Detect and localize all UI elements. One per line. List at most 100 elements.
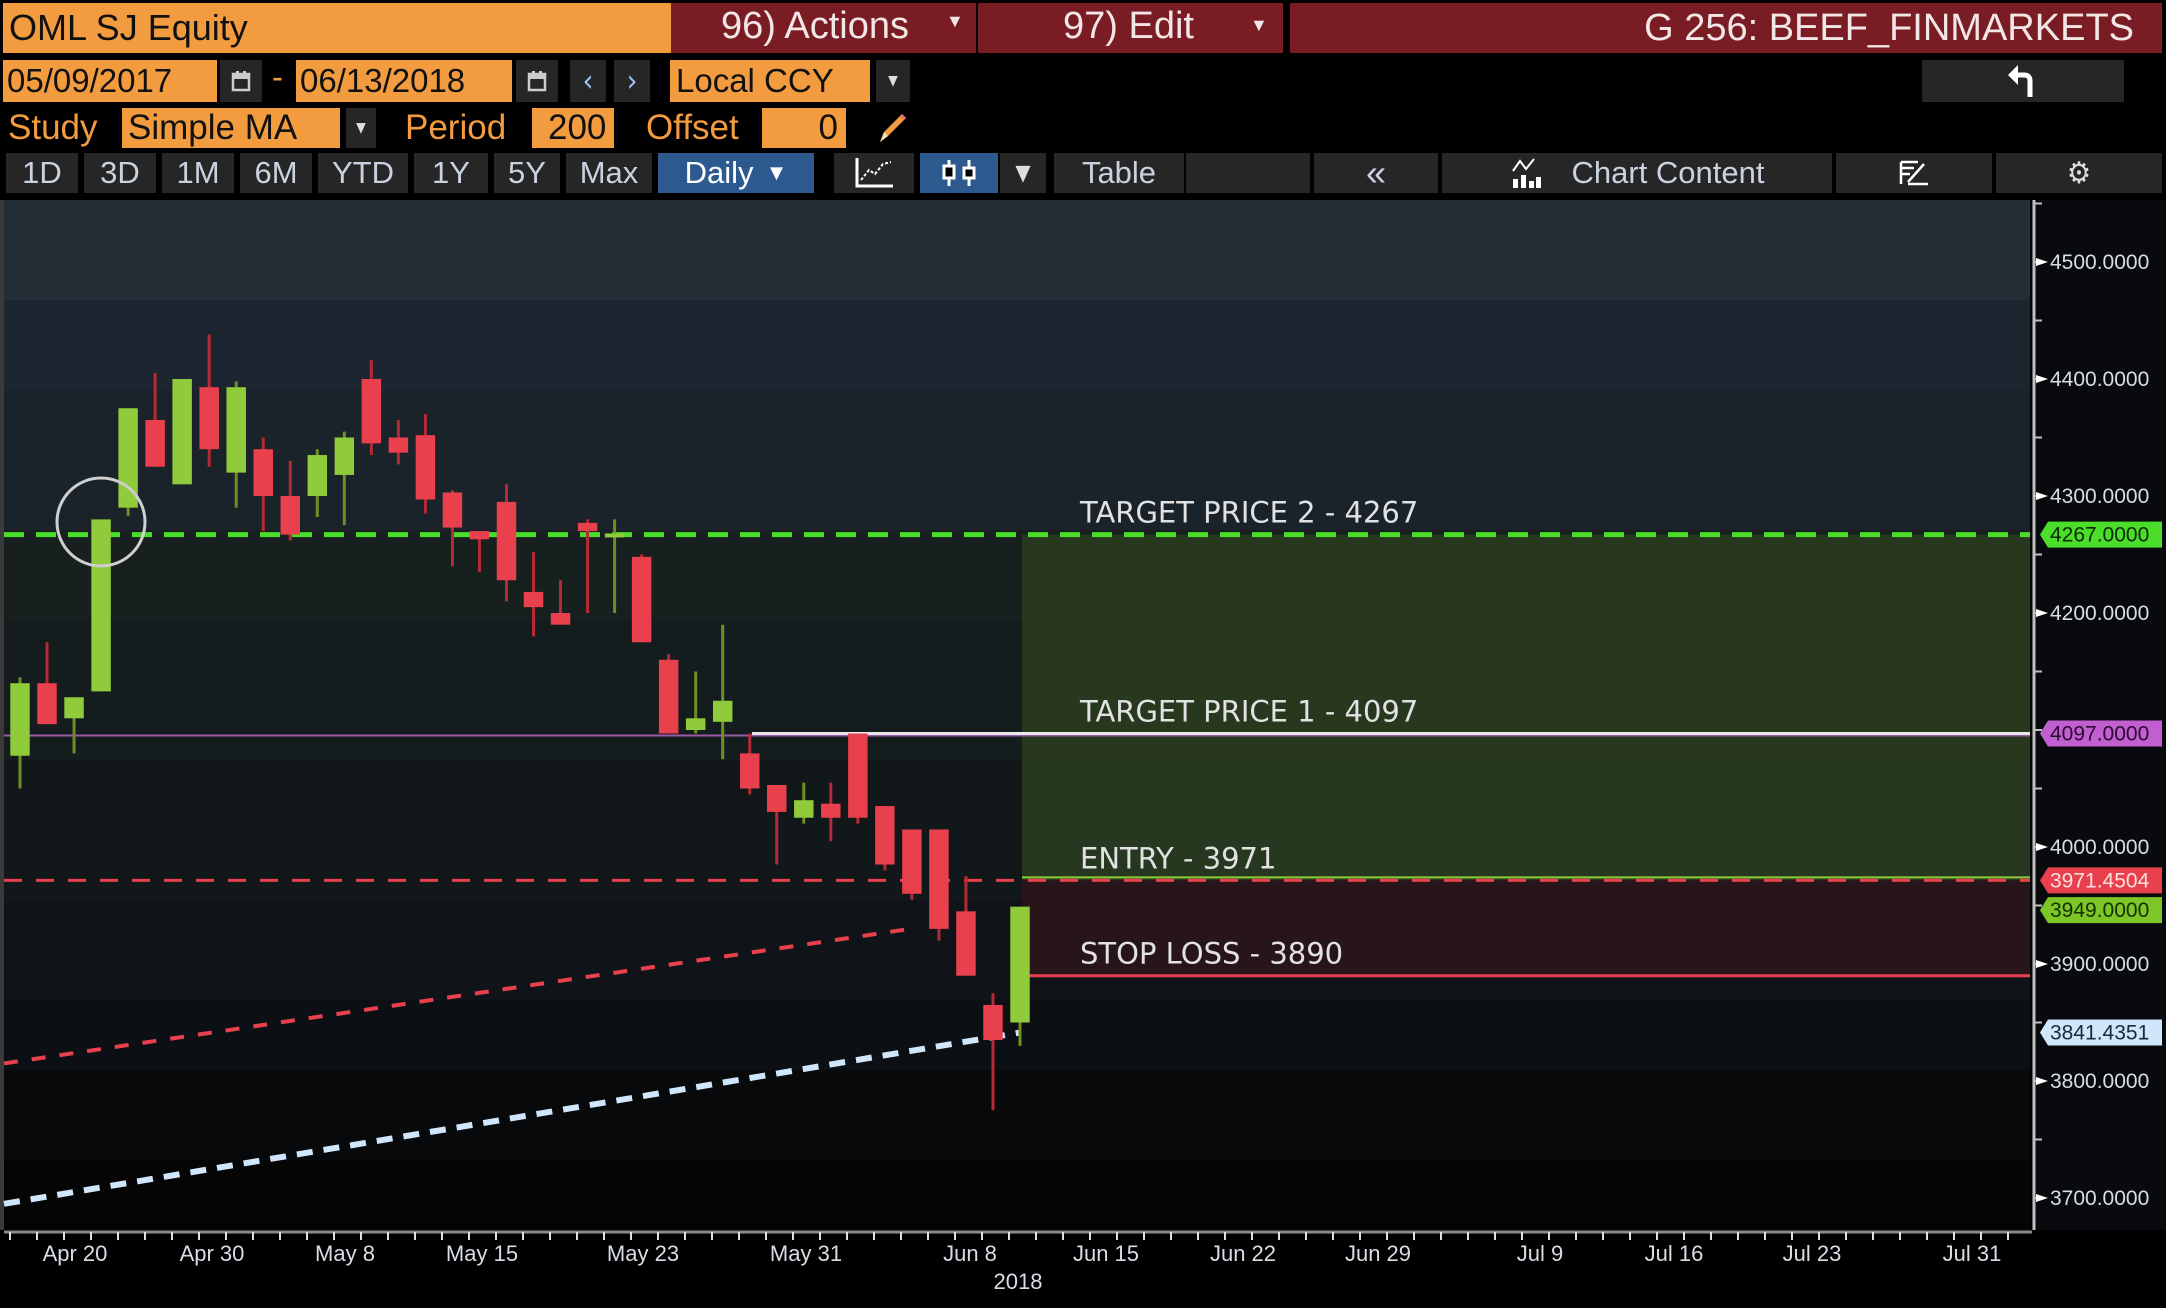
candle xyxy=(902,829,922,900)
candle-body xyxy=(767,784,787,812)
period-button-5y[interactable]: 5Y xyxy=(494,153,560,193)
currency-select[interactable]: Local CCY xyxy=(670,60,870,102)
candle-body xyxy=(226,387,246,473)
candle-body xyxy=(361,379,382,444)
period-value: 200 xyxy=(548,108,607,147)
actions-menu[interactable]: 96) Actions ▼ xyxy=(671,3,976,53)
chart-content-button[interactable]: Chart Content xyxy=(1442,153,1832,193)
candle-body xyxy=(10,683,30,756)
collapse-button[interactable]: « xyxy=(1314,152,1438,193)
period-button-ytd[interactable]: YTD xyxy=(318,153,408,193)
line-chart-icon[interactable] xyxy=(834,153,914,193)
chevron-left-icon[interactable]: ‹ xyxy=(570,60,606,102)
candle xyxy=(118,408,138,516)
candle-body xyxy=(199,387,219,450)
period-button-3d[interactable]: 3D xyxy=(84,153,156,193)
offset-input[interactable]: 0 xyxy=(762,108,846,148)
candle-body xyxy=(658,659,679,734)
period-button-1d[interactable]: 1D xyxy=(6,153,78,193)
x-tick-label: Jun 29 xyxy=(1345,1241,1411,1266)
candle-body xyxy=(875,806,895,865)
candle-body xyxy=(37,683,57,725)
page-title: G 256: BEEF_FINMARKETS xyxy=(1644,7,2134,49)
x-tick-label: May 15 xyxy=(446,1241,518,1266)
edit-label: 97) Edit xyxy=(1063,5,1194,47)
level-label-2: TARGET PRICE 1 - 4097 xyxy=(1079,695,1418,729)
candle-body xyxy=(496,501,517,581)
y-tick-label: 4500.0000 xyxy=(2050,251,2149,274)
candle xyxy=(929,829,949,941)
candle-body xyxy=(902,829,922,894)
candle xyxy=(91,519,111,692)
x-tick-label: Jul 23 xyxy=(1783,1241,1842,1266)
candle-body xyxy=(821,803,841,818)
candle-body xyxy=(631,556,652,643)
entry-tag: 3971.4504 xyxy=(2050,869,2150,892)
y-tick-label: 3900.0000 xyxy=(2050,953,2149,976)
moving-average-tag: 3841.4351 xyxy=(2050,1022,2149,1045)
candle-body xyxy=(442,492,463,528)
actions-label: 96) Actions xyxy=(721,5,909,47)
candle-body xyxy=(523,591,544,608)
y-axis-background xyxy=(2032,200,2166,1308)
study-value: Simple MA xyxy=(128,108,298,147)
candle xyxy=(172,379,192,485)
table-label: Table xyxy=(1081,155,1157,190)
page-title-bar: G 256: BEEF_FINMARKETS xyxy=(1290,3,2162,53)
caret-down-icon[interactable]: ▼ xyxy=(1000,153,1046,193)
study-select[interactable]: Simple MA xyxy=(122,108,340,148)
period-button-max[interactable]: Max xyxy=(566,153,652,193)
chart-content-icon xyxy=(1511,158,1541,188)
candle xyxy=(658,653,679,734)
end-date-field[interactable]: 06/13/2018 xyxy=(296,60,512,102)
ticker-field[interactable]: OML SJ Equity xyxy=(3,3,671,53)
period-button-1y[interactable]: 1Y xyxy=(414,153,488,193)
candle-body xyxy=(956,911,976,976)
period-button-6m[interactable]: 6M xyxy=(240,153,312,193)
table-button[interactable]: Table xyxy=(1054,153,1184,193)
end-date-text: 06/13/2018 xyxy=(300,62,466,99)
last-price-tag: 3949.0000 xyxy=(2050,899,2149,922)
candle-body xyxy=(794,800,814,818)
candle-body xyxy=(604,533,625,538)
start-date-field[interactable]: 05/09/2017 xyxy=(3,60,217,102)
candle-body xyxy=(550,613,571,625)
candle-body xyxy=(172,379,192,485)
x-year-label: 2018 xyxy=(994,1269,1043,1294)
level-label-1: TARGET PRICE 2 - 4267 xyxy=(1079,496,1418,530)
chevron-right-icon[interactable]: › xyxy=(614,60,650,102)
annotate-icon[interactable] xyxy=(1836,153,1992,193)
y-tick-label: 4200.0000 xyxy=(2050,602,2149,625)
x-tick-label: Jul 9 xyxy=(1517,1241,1563,1266)
candle-body xyxy=(577,522,598,532)
calendar-icon[interactable] xyxy=(516,60,558,102)
period-button-1m[interactable]: 1M xyxy=(162,153,234,193)
gear-icon[interactable]: ⚙ xyxy=(1996,153,2162,193)
offset-value: 0 xyxy=(818,108,838,147)
candle xyxy=(848,733,868,824)
candle-body xyxy=(685,718,706,730)
candle-body xyxy=(253,449,273,496)
candle-body xyxy=(740,753,760,789)
target-price-2-tag: 4267.0000 xyxy=(2050,524,2149,547)
candle-body xyxy=(712,700,733,722)
candle xyxy=(631,554,652,643)
caret-down-icon: ▼ xyxy=(765,160,788,185)
y-tick-label: 4300.0000 xyxy=(2050,485,2149,508)
edit-menu[interactable]: 97) Edit ▼ xyxy=(978,3,1283,53)
y-tick-label: 4400.0000 xyxy=(2050,368,2149,391)
caret-down-icon[interactable]: ▼ xyxy=(346,108,376,148)
candle-body xyxy=(307,455,328,496)
frequency-select[interactable]: Daily ▼ xyxy=(658,153,814,193)
plot-left-border xyxy=(0,200,4,1230)
back-arrow-icon[interactable] xyxy=(1922,60,2124,102)
candle-body xyxy=(415,435,436,500)
candle-body xyxy=(469,531,490,540)
period-label: Period xyxy=(405,108,507,147)
caret-down-icon[interactable]: ▼ xyxy=(876,60,910,102)
period-input[interactable]: 200 xyxy=(532,108,614,148)
pencil-icon[interactable] xyxy=(870,108,914,148)
candlestick-icon[interactable] xyxy=(920,153,998,193)
calendar-icon[interactable] xyxy=(220,60,262,102)
ticker-text: OML SJ Equity xyxy=(9,7,248,48)
